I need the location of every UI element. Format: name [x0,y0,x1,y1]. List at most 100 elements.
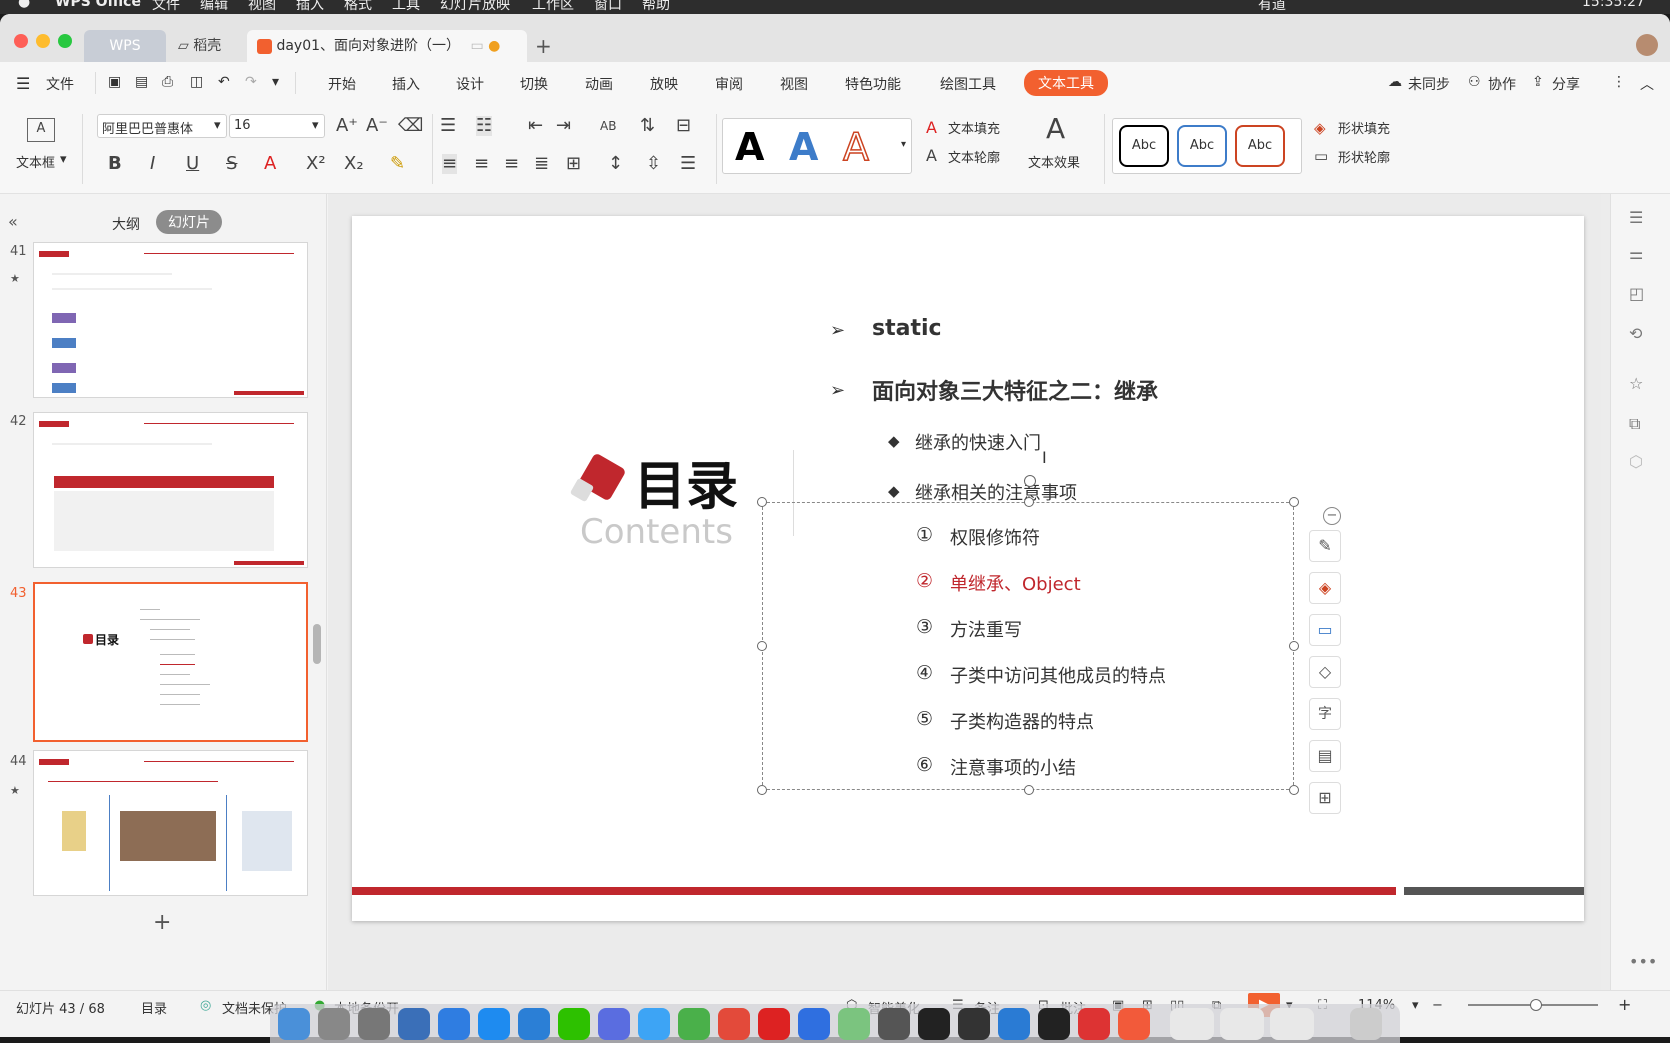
shape-style-2[interactable]: Abc [1177,125,1227,167]
zoom-out-icon[interactable]: − [1432,998,1443,1013]
resize-handle[interactable] [1024,497,1034,507]
share-button[interactable]: 分享 [1552,74,1580,94]
tab-document[interactable]: day01、面向对象进阶（一） ▭ ● [247,30,527,62]
menubar-item-slideshow[interactable]: 幻灯片放映 [440,0,510,14]
collapse-ribbon-icon[interactable]: ︿ [1640,74,1654,94]
superscript-icon[interactable]: X² [306,154,326,174]
system-settings-icon[interactable] [318,1008,350,1040]
section-name[interactable]: 目录 [141,998,167,1017]
textbox-settings-icon[interactable]: ▤ [1309,740,1341,772]
export-pdf-icon[interactable]: ▤ [135,74,148,90]
star-icon[interactable]: ★ [10,272,20,285]
more-icon[interactable]: ⋮ [1612,74,1626,90]
outline-icon[interactable]: ▭ [1309,614,1341,646]
vscode-icon[interactable] [998,1008,1030,1040]
slide-thumbnail-41[interactable] [33,242,308,398]
distribute-icon[interactable]: ⊞ [566,154,581,174]
chat-icon[interactable] [518,1008,550,1040]
collapse-panel-icon[interactable]: « [8,212,18,231]
textbox-icon[interactable]: A [27,118,55,142]
screen-icon[interactable]: ▭ [470,38,483,54]
quick-access-dropdown-icon[interactable]: ▾ [272,74,279,90]
menubar-item-edit[interactable]: 编辑 [200,0,228,14]
finder-icon[interactable] [278,1008,310,1040]
tab-design[interactable]: 设计 [456,74,484,94]
wps-icon[interactable] [1118,1008,1150,1040]
slide-thumbnail-44[interactable] [33,750,308,896]
highlight-icon[interactable]: ✎ [390,154,405,174]
underline-icon[interactable]: U [186,154,199,174]
subscript-icon[interactable]: X₂ [344,154,364,174]
menu-lines-icon[interactable]: ☰ [1629,208,1643,227]
tab-review[interactable]: 审阅 [715,74,743,94]
bullets-icon[interactable]: ☰ [440,116,456,136]
share-icon[interactable]: ⇪ [1532,74,1544,90]
menubar-item-file[interactable]: 文件 [152,0,180,14]
datagrip-icon[interactable] [1038,1008,1070,1040]
menubar-item-workspace[interactable]: 工作区 [532,0,574,14]
launchpad-icon[interactable] [358,1008,390,1040]
align-center-icon[interactable]: ≡ [474,154,489,174]
sync-icon[interactable]: ☁ [1388,74,1402,90]
art-style-3[interactable]: A [842,124,870,170]
shape-outline-button[interactable]: 形状轮廓 [1338,147,1390,166]
tab-special-features[interactable]: 特色功能 [845,74,901,94]
hamburger-icon[interactable]: ☰ [16,74,30,93]
star-outline-icon[interactable]: ☆ [1629,374,1643,393]
panel-scrollbar[interactable] [313,624,321,664]
textbox-dropdown-icon[interactable]: ▾ [60,152,67,167]
app-icon[interactable] [438,1008,470,1040]
rotate-handle[interactable] [1024,475,1036,487]
columns-icon[interactable]: ⊟ [676,116,691,136]
zoom-dropdown-icon[interactable]: ▾ [1412,998,1419,1013]
resize-handle[interactable] [757,785,767,795]
tab-home[interactable]: 开始 [328,74,356,94]
text-effect-icon[interactable]: A [1046,114,1065,144]
menubar-item-insert[interactable]: 插入 [296,0,324,14]
app-name[interactable]: WPS Office [55,0,141,10]
resize-handle[interactable] [1289,497,1299,507]
italic-icon[interactable]: I [150,154,155,174]
align-left-icon[interactable]: ≡ [442,154,458,174]
text-fill-icon[interactable]: A [926,118,937,138]
sort-icon[interactable]: ⇅ [640,116,655,136]
resize-handle[interactable] [1289,641,1299,651]
shape-style-gallery[interactable]: Abc Abc Abc [1112,118,1302,174]
art-style-2[interactable]: A [789,125,818,169]
textbox-label[interactable]: 文本框 [16,152,55,171]
collab-icon[interactable]: ⚇ [1468,74,1481,90]
fill-bucket-icon[interactable]: ◈ [1309,572,1341,604]
obs-icon[interactable] [958,1008,990,1040]
slides-tab[interactable]: 幻灯片 [156,210,222,234]
shape-fill-button[interactable]: 形状填充 [1338,118,1390,137]
sync-status[interactable]: 未同步 [1408,74,1450,94]
slide-title[interactable]: 目录 [634,444,738,519]
slide-thumbnail-42[interactable] [33,412,308,568]
minimize-window-icon[interactable] [36,34,50,48]
decrease-indent-icon[interactable]: ⇤ [528,116,543,136]
clear-format-icon[interactable]: ⌫ [398,116,423,136]
text-outline-icon[interactable]: A [926,146,937,166]
history-icon[interactable]: ⟲ [1629,324,1642,343]
app-icon[interactable] [838,1008,870,1040]
toc-num-item[interactable]: 方法重写 [950,616,1022,642]
toc-num-item[interactable]: 注意事项的小结 [950,754,1076,780]
avatar[interactable] [1636,34,1658,56]
new-tab-button[interactable]: + [535,30,552,62]
paragraph-settings-icon[interactable]: ☰ [680,154,696,174]
tab-insert[interactable]: 插入 [392,74,420,94]
window-preview[interactable] [1220,1008,1264,1040]
undo-icon[interactable]: ↶ [218,74,230,90]
menubar-item-window[interactable]: 窗口 [594,0,622,14]
font-size-select[interactable]: 16 ▾ [229,114,325,138]
terminal-icon[interactable] [918,1008,950,1040]
more-dots-icon[interactable]: ••• [1629,952,1657,971]
baidu-netdisk-icon[interactable] [638,1008,670,1040]
slide-thumbnail-43-selected[interactable]: 目录 [33,582,308,742]
desktop-icon[interactable] [398,1008,430,1040]
youdao-icon[interactable] [758,1008,790,1040]
text-outline-button[interactable]: 文本轮廓 [948,147,1000,166]
line-spacing-icon[interactable]: ↕ [608,154,623,174]
char-icon[interactable]: 字 [1309,698,1341,730]
bold-icon[interactable]: B [108,154,122,174]
